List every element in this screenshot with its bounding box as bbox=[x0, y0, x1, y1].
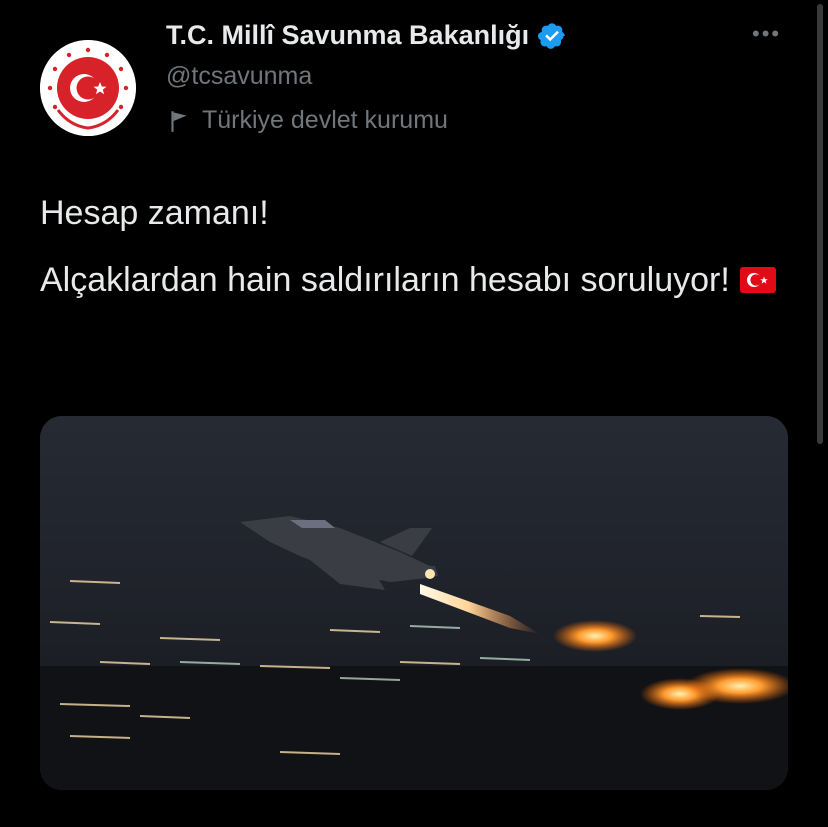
affiliation-label-text: Türkiye devlet kurumu bbox=[202, 106, 448, 134]
ministry-emblem-icon bbox=[40, 40, 136, 136]
affiliation-label: Türkiye devlet kurumu bbox=[166, 106, 448, 135]
tweet-media-image[interactable] bbox=[40, 416, 788, 790]
tweet-text: Hesap zamanı! Alçaklardan hain saldırıla… bbox=[40, 190, 800, 326]
tweet-line-2: Alçaklardan hain saldırıların hesabı sor… bbox=[40, 257, 800, 306]
handle[interactable]: @tcsavunma bbox=[166, 62, 312, 91]
scroll-thumb[interactable] bbox=[817, 4, 823, 444]
tweet-line-2-text: Alçaklardan hain saldırıların hesabı sor… bbox=[40, 261, 730, 299]
flag-icon bbox=[171, 110, 187, 132]
jet-takeoff-photo bbox=[40, 416, 788, 790]
verified-badge-icon bbox=[538, 22, 565, 49]
scrollbar[interactable] bbox=[816, 0, 824, 827]
turkey-flag-emoji-icon bbox=[739, 259, 776, 306]
display-name[interactable]: T.C. Millî Savunma Bakanlığı bbox=[166, 20, 529, 51]
tweet-line-1: Hesap zamanı! bbox=[40, 194, 269, 232]
more-options-icon[interactable]: ••• bbox=[752, 22, 781, 46]
avatar[interactable] bbox=[40, 40, 136, 136]
